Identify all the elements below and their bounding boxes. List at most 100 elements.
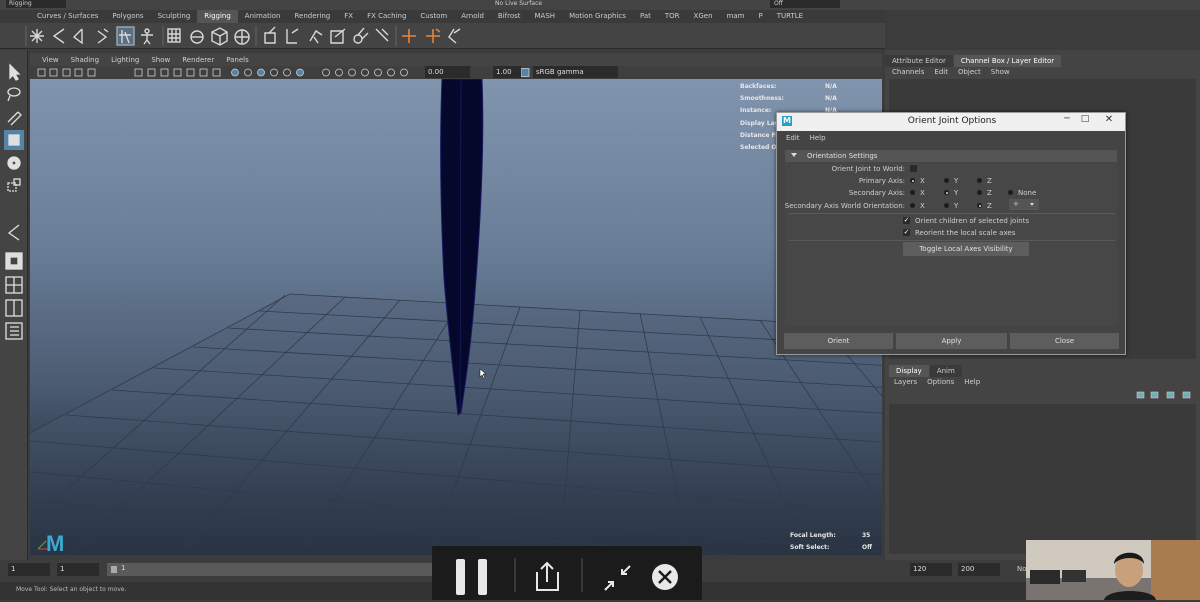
resolution-gate-icon[interactable] xyxy=(160,68,169,77)
secondary-axis-z-radio[interactable] xyxy=(977,190,982,195)
isolate-select-icon[interactable] xyxy=(374,68,382,77)
menu-show[interactable]: Show xyxy=(986,68,1015,76)
mirror-weights-icon[interactable] xyxy=(286,28,299,44)
orient-world-checkbox[interactable] xyxy=(910,165,917,172)
cluster-icon[interactable] xyxy=(211,27,228,46)
ik-handle-icon[interactable] xyxy=(52,28,65,44)
shadows-icon[interactable] xyxy=(296,68,304,77)
select-camera-icon[interactable] xyxy=(37,68,46,77)
single-view-icon[interactable] xyxy=(5,252,23,270)
lattice-icon[interactable] xyxy=(167,28,181,43)
bookmark-icon[interactable] xyxy=(62,68,71,77)
scale-tool-icon[interactable] xyxy=(7,178,21,192)
world-axis-z-radio[interactable] xyxy=(977,203,982,208)
menu-layers[interactable]: Layers xyxy=(889,378,922,386)
shelf-tab-sculpting[interactable]: Sculpting xyxy=(151,10,198,23)
skin-icon[interactable] xyxy=(97,28,109,44)
tab-anim-layers[interactable]: Anim xyxy=(929,365,962,377)
reorient-scale-checkbox[interactable]: ✓ xyxy=(903,229,910,236)
aim-constraint-icon[interactable] xyxy=(448,28,461,44)
menu-object[interactable]: Object xyxy=(953,68,986,76)
layer-move-down-icon[interactable] xyxy=(1150,391,1159,399)
menu-options[interactable]: Options xyxy=(922,378,959,386)
shelf-tab-rendering[interactable]: Rendering xyxy=(287,10,337,23)
end-time-field[interactable]: 120 xyxy=(910,563,952,576)
shelf-tab-tor[interactable]: TOR xyxy=(658,10,687,23)
grid-toggle-icon[interactable] xyxy=(134,68,143,77)
last-tool-icon[interactable] xyxy=(7,224,20,241)
new-empty-layer-icon[interactable] xyxy=(1166,391,1175,399)
world-axis-x-radio[interactable] xyxy=(910,203,915,208)
symmetry-dropdown[interactable]: Off xyxy=(770,0,840,8)
gate-mask-icon[interactable] xyxy=(173,68,182,77)
safe-action-icon[interactable] xyxy=(199,68,208,77)
section-header[interactable]: Orientation Settings xyxy=(785,150,1117,162)
tab-attribute-editor[interactable]: Attribute Editor xyxy=(885,55,953,67)
shelf-tab-arnold[interactable]: Arnold xyxy=(454,10,491,23)
lasso-tool-icon[interactable] xyxy=(7,87,21,102)
shelf-tab-turtle[interactable]: TURTLE xyxy=(770,10,810,23)
copy-weights-icon[interactable] xyxy=(309,30,323,44)
ssao-icon[interactable] xyxy=(322,68,330,77)
stop-recording-icon[interactable] xyxy=(652,564,678,590)
range-slider[interactable]: 1 xyxy=(107,563,437,576)
layer-move-up-icon[interactable] xyxy=(1136,391,1145,399)
close-icon[interactable]: ✕ xyxy=(1096,113,1122,127)
viewport-menu-panels[interactable]: Panels xyxy=(220,56,255,64)
outliner-view-icon[interactable] xyxy=(5,322,23,340)
joint-tool-icon[interactable] xyxy=(30,29,44,43)
menu-channels[interactable]: Channels xyxy=(887,68,929,76)
dialog-menu-help[interactable]: Help xyxy=(805,134,831,142)
shelf-tab-bifrost[interactable]: Bifrost xyxy=(491,10,528,23)
constraint-point-icon[interactable] xyxy=(402,29,416,43)
secondary-axis-none-radio[interactable] xyxy=(1008,190,1013,195)
shelf-tab-p[interactable]: P xyxy=(751,10,769,23)
image-plane-icon[interactable] xyxy=(74,68,83,77)
sculpt-deformer-icon[interactable] xyxy=(234,29,250,45)
shelf-tab-xgen[interactable]: XGen xyxy=(687,10,720,23)
primary-axis-y-radio[interactable] xyxy=(944,178,949,183)
move-tool-icon[interactable] xyxy=(8,134,20,146)
current-time-field[interactable]: 1 xyxy=(57,563,99,576)
shelf-tab-pat[interactable]: Pat xyxy=(633,10,658,23)
shelf-tab-animation[interactable]: Animation xyxy=(238,10,288,23)
max-time-field[interactable]: 200 xyxy=(958,563,1000,576)
primary-axis-x-radio[interactable] xyxy=(910,178,915,183)
depth-of-field-icon[interactable] xyxy=(361,68,369,77)
shelf-tab-curves-surfaces[interactable]: Curves / Surfaces xyxy=(30,10,105,23)
rotate-tool-icon[interactable] xyxy=(7,156,21,170)
orient-children-checkbox[interactable]: ✓ xyxy=(903,217,910,224)
new-layer-selected-icon[interactable] xyxy=(1182,391,1191,399)
shelf-tab-fx-caching[interactable]: FX Caching xyxy=(360,10,413,23)
safe-title-icon[interactable] xyxy=(212,68,221,77)
shelf-tab-fx[interactable]: FX xyxy=(337,10,360,23)
menu-edit[interactable]: Edit xyxy=(929,68,953,76)
humanik-icon[interactable] xyxy=(141,28,153,45)
minimize-recorder-icon[interactable] xyxy=(604,565,631,591)
secondary-axis-x-radio[interactable] xyxy=(910,190,915,195)
minimize-button[interactable]: ─ xyxy=(1060,113,1074,127)
apply-button[interactable]: Apply xyxy=(896,333,1007,349)
color-management-icon[interactable] xyxy=(520,68,530,77)
wrap-icon[interactable] xyxy=(190,30,204,44)
motion-blur-icon[interactable] xyxy=(335,68,343,77)
shelf-tab-motion-graphics[interactable]: Motion Graphics xyxy=(562,10,633,23)
smooth-shade-icon[interactable] xyxy=(244,68,252,77)
color-space-dropdown[interactable]: sRGB gamma xyxy=(533,66,618,78)
four-view-icon[interactable] xyxy=(5,276,23,294)
viewport-3d[interactable]: M Backfaces: Smoothness: Instance: Displ… xyxy=(30,79,882,555)
wire-deformer-icon[interactable] xyxy=(375,28,389,42)
slider-handle-icon[interactable] xyxy=(111,566,117,573)
textured-icon[interactable] xyxy=(270,68,278,77)
lock-camera-icon[interactable] xyxy=(49,68,58,77)
select-tool-icon[interactable] xyxy=(9,63,21,81)
tab-channel-box[interactable]: Channel Box / Layer Editor xyxy=(953,55,1062,67)
shelf-tab-mash[interactable]: MASH xyxy=(528,10,563,23)
anti-alias-icon[interactable] xyxy=(348,68,356,77)
close-button[interactable]: Close xyxy=(1010,333,1119,349)
constraint-orient-icon[interactable] xyxy=(426,28,441,43)
dialog-menu-edit[interactable]: Edit xyxy=(781,134,805,142)
field-chart-icon[interactable] xyxy=(186,68,195,77)
viewport-menu-lighting[interactable]: Lighting xyxy=(105,56,145,64)
world-sign-dropdown[interactable]: + xyxy=(1009,199,1039,210)
